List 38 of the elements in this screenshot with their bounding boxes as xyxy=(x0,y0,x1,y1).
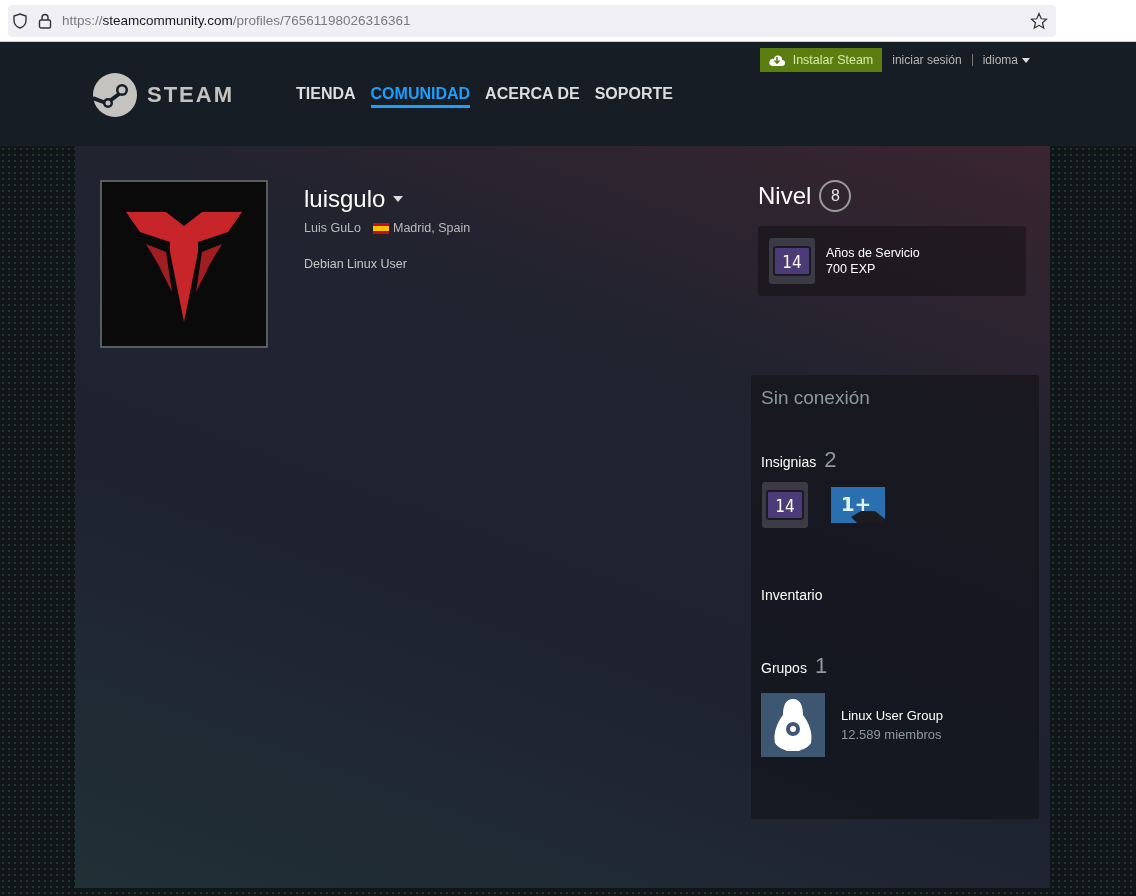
download-icon xyxy=(768,53,785,67)
location: Madrid, Spain xyxy=(393,221,471,235)
login-link[interactable]: iniciar sesión xyxy=(892,53,962,67)
nav-tab[interactable]: TIENDA xyxy=(296,84,356,108)
steam-logo-icon[interactable] xyxy=(93,73,137,117)
level-label: Nivel xyxy=(758,182,812,210)
plus-badge-icon: 1+ xyxy=(831,487,885,523)
shield-icon xyxy=(12,12,28,29)
flag-icon xyxy=(373,222,389,234)
language-menu[interactable]: idioma xyxy=(982,53,1030,67)
groups-link[interactable]: Grupos xyxy=(761,660,807,676)
lock-icon xyxy=(38,12,52,29)
group-avatar[interactable] xyxy=(761,693,825,757)
nav-tab[interactable]: COMUNIDAD xyxy=(370,84,471,108)
nav-tab[interactable]: SOPORTE xyxy=(594,84,673,108)
badge-name: Años de Servicio xyxy=(826,246,920,260)
steam-wordmark[interactable]: STEAM xyxy=(147,82,234,108)
real-name: Luis GuLo xyxy=(304,221,361,235)
group-name[interactable]: Linux User Group xyxy=(841,708,943,723)
years-badge-icon: 14 xyxy=(768,237,816,285)
profile-summary: Debian Linux User xyxy=(304,257,408,271)
featured-badge-card[interactable]: 14 Años de Servicio 700 EXP xyxy=(758,226,1026,296)
persona-name: luisgulo xyxy=(304,185,386,213)
star-icon[interactable] xyxy=(1030,11,1048,30)
nav-tab[interactable]: ACERCA DE xyxy=(485,84,580,108)
penguin-icon xyxy=(773,699,813,751)
install-steam-button[interactable]: Instalar Steam xyxy=(759,48,883,72)
inventory-link[interactable]: Inventario xyxy=(761,587,823,603)
group-members: 12.589 miembros xyxy=(841,727,943,742)
groups-count: 1 xyxy=(814,653,828,679)
badges-count: 2 xyxy=(824,447,837,473)
caret-icon[interactable] xyxy=(393,196,404,202)
caret-icon xyxy=(1022,57,1030,63)
online-status: Sin conexión xyxy=(761,387,871,409)
years-badge-icon: 14 xyxy=(761,481,809,529)
badges-link[interactable]: Insignias xyxy=(761,454,817,470)
badge-xp: 700 EXP xyxy=(826,262,877,276)
level-badge: 8 xyxy=(819,180,852,212)
